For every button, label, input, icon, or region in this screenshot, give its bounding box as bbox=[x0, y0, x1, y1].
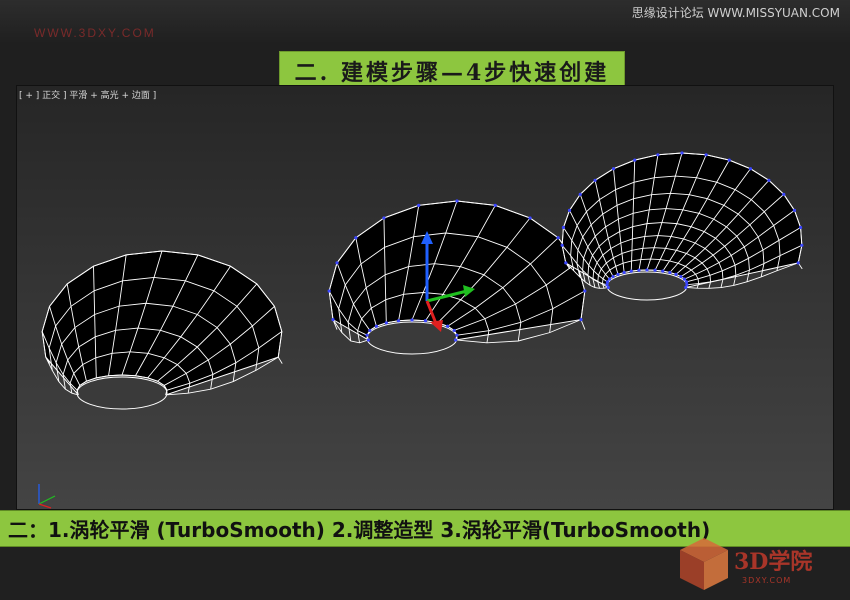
mesh-step3-vertex bbox=[607, 277, 612, 281]
mesh-step2 bbox=[327, 199, 587, 355]
mesh-step3-vertex bbox=[633, 158, 637, 162]
mesh-step2-vertex bbox=[455, 333, 459, 337]
mesh-step3-vertex bbox=[680, 151, 684, 155]
mesh-step3-vertex bbox=[674, 272, 678, 276]
logo-text: 3D学院 bbox=[734, 549, 813, 575]
mesh-step3-vertex bbox=[792, 208, 797, 212]
mesh-step3-vertex bbox=[578, 192, 582, 196]
viewport[interactable]: [ + ] 正交 ] 平滑 + 高光 + 边面 ] bbox=[16, 85, 834, 510]
mesh-step2-vertex bbox=[331, 318, 335, 322]
mesh-step1 bbox=[41, 250, 283, 410]
logo: 3D学院 3DXY.COM bbox=[674, 530, 844, 596]
mesh-step3-vertex bbox=[800, 243, 804, 247]
mesh-step2-vertex bbox=[455, 199, 459, 203]
mesh-step3-vertex bbox=[616, 272, 620, 276]
mesh-step2-wall-line bbox=[580, 319, 586, 330]
mesh-step3-vertex bbox=[606, 285, 610, 290]
mesh-step3 bbox=[560, 151, 804, 301]
mesh-step2-vertex bbox=[354, 236, 358, 240]
mesh-step3-vertex bbox=[637, 268, 641, 272]
mesh-step2-shell bbox=[328, 200, 586, 342]
mesh-step2-vertex bbox=[410, 318, 414, 322]
mesh-step2-vertex bbox=[417, 203, 421, 207]
mesh-step3-vertex bbox=[605, 283, 609, 287]
mesh-step3-vertex bbox=[661, 269, 665, 273]
mesh-step2-vertex bbox=[374, 324, 379, 328]
mesh-step2-vertex bbox=[384, 321, 388, 325]
mesh-step3-hole bbox=[606, 271, 688, 301]
mesh-step2-vertex bbox=[365, 333, 369, 337]
mesh-step3-vertex bbox=[564, 261, 568, 265]
mesh-step2-vertex bbox=[335, 261, 339, 265]
mesh-step3-vertex bbox=[685, 283, 689, 287]
mesh-step2-vertex bbox=[452, 328, 456, 333]
top-band: WWW.3DXY.COM 思缘设计论坛 WWW.MISSYUAN.COM bbox=[0, 0, 850, 42]
mesh-step3-vertex bbox=[611, 274, 615, 279]
mesh-step3-vertex bbox=[748, 167, 753, 171]
mesh-step2-vertex bbox=[382, 216, 386, 220]
mesh-step3-shell bbox=[561, 152, 803, 289]
logo-cube-icon bbox=[680, 538, 728, 590]
mesh-step3-vertex bbox=[727, 158, 731, 162]
mesh-step2-vertex bbox=[368, 328, 372, 333]
watermark-left: WWW.3DXY.COM bbox=[34, 26, 156, 40]
mesh-step3-vertex bbox=[567, 208, 572, 212]
mesh-step3-vertex bbox=[782, 192, 786, 196]
mesh-step3-vertex bbox=[668, 270, 672, 275]
mesh-step2-vertex bbox=[556, 236, 560, 240]
mesh-step3-vertex bbox=[796, 261, 800, 265]
viewport-scene[interactable] bbox=[17, 86, 834, 510]
mesh-step3-vertex bbox=[622, 270, 626, 275]
mesh-step1-shell bbox=[41, 250, 283, 396]
mesh-step2-hole bbox=[366, 321, 458, 355]
mesh-step2-vertex bbox=[366, 338, 371, 342]
tripod-y bbox=[38, 495, 56, 505]
watermark-right: 思缘设计论坛 WWW.MISSYUAN.COM bbox=[631, 6, 840, 20]
mesh-step1-hole bbox=[76, 376, 168, 410]
mesh-step3-vertex bbox=[593, 178, 597, 182]
mesh-step3-vertex bbox=[560, 243, 564, 247]
mesh-step3-vertex bbox=[629, 269, 633, 273]
mesh-step3-vertex bbox=[682, 277, 687, 281]
mesh-step2-vertex bbox=[579, 318, 583, 322]
mesh-step2-vertex bbox=[583, 289, 587, 293]
mesh-step3-vertex bbox=[656, 153, 660, 157]
mesh-step3-vertex bbox=[611, 167, 616, 171]
mesh-step3-vertex bbox=[653, 268, 657, 272]
mesh-step2-vertex bbox=[396, 319, 401, 323]
tripod-x bbox=[38, 503, 52, 509]
mesh-step2-vertex bbox=[445, 324, 450, 328]
mesh-step3-vertex bbox=[798, 225, 803, 230]
mesh-step3-vertex bbox=[561, 225, 566, 230]
mesh-step2-vertex bbox=[528, 216, 532, 220]
mesh-step3-vertex bbox=[767, 178, 771, 182]
mesh-step2-vertex bbox=[453, 338, 458, 342]
mesh-step2-vertex bbox=[423, 319, 428, 323]
mesh-step3-vertex bbox=[605, 280, 610, 284]
mesh-step1-wall-line bbox=[277, 356, 283, 364]
mesh-step2-vertex bbox=[493, 203, 497, 207]
logo-subtext: 3DXY.COM bbox=[742, 576, 792, 585]
mesh-step3-vertex bbox=[684, 280, 689, 284]
mesh-step3-vertex bbox=[679, 274, 683, 279]
mesh-step3-vertex bbox=[684, 285, 688, 290]
mesh-step3-vertex bbox=[704, 153, 708, 157]
mesh-step3-vertex bbox=[645, 268, 649, 272]
mesh-step2-vertex bbox=[327, 289, 331, 293]
